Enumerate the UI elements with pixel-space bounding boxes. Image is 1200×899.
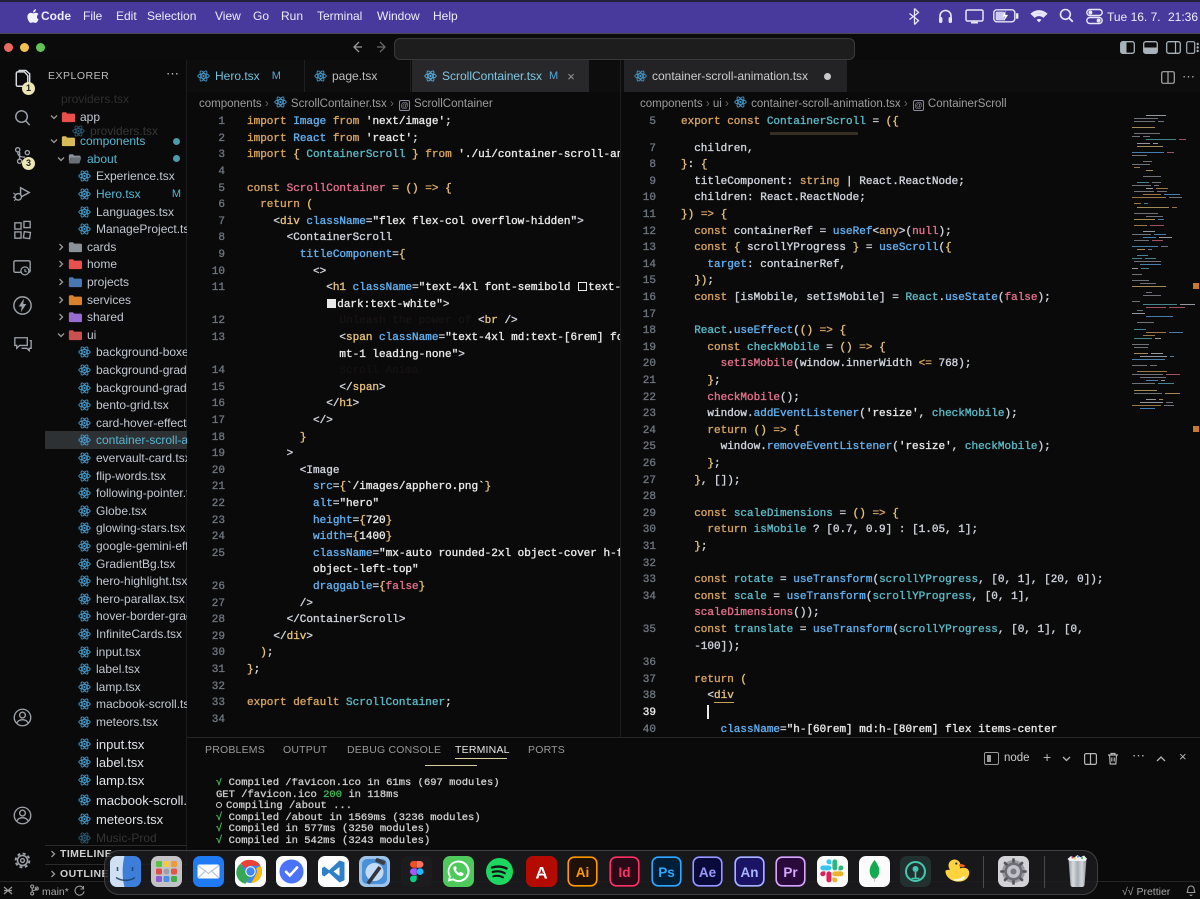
svg-text:Pr: Pr [783,865,798,880]
svg-text:Ae: Ae [698,865,716,880]
svg-text:Ai: Ai [575,865,589,880]
svg-text:An: An [740,865,758,880]
svg-text:Ps: Ps [658,865,675,880]
svg-text:Id: Id [618,865,630,880]
